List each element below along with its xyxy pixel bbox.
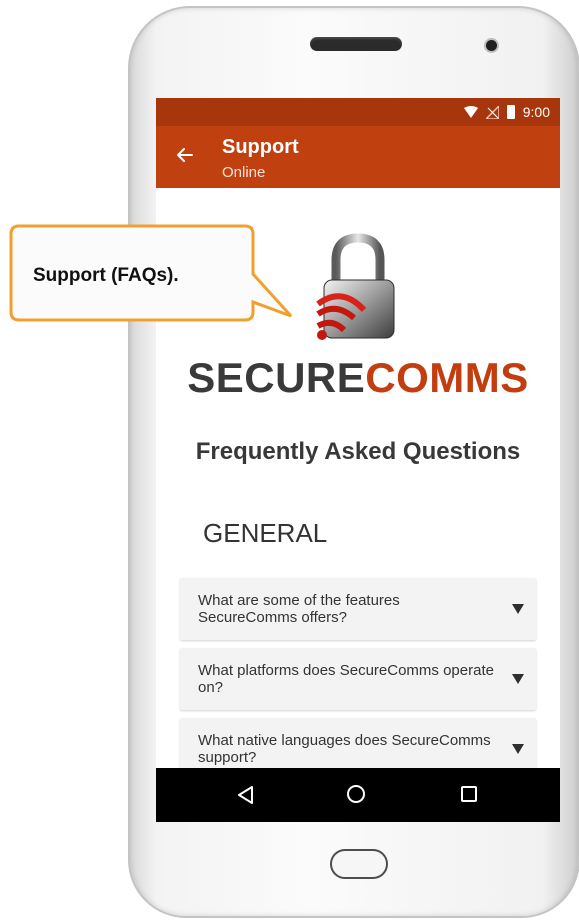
hardware-home-button[interactable] — [330, 849, 388, 879]
faq-item[interactable]: What platforms does SecureComms operate … — [180, 648, 536, 710]
wifi-icon — [463, 106, 478, 118]
callout-bubble: Support (FAQs). — [9, 224, 293, 331]
phone-screen: 9:00 Support Online SECURECOMMS Frequent… — [156, 98, 560, 822]
chevron-down-icon[interactable] — [512, 604, 524, 614]
arrow-left-icon[interactable] — [174, 144, 196, 166]
faq-question: What platforms does SecureComms operate … — [198, 662, 494, 696]
battery-icon — [506, 105, 515, 119]
signal-icon — [485, 105, 499, 119]
status-bar: 9:00 — [156, 98, 560, 126]
faq-question: What are some of the features SecureComm… — [198, 592, 400, 626]
chevron-down-icon[interactable] — [512, 674, 524, 684]
phone-speaker — [310, 37, 402, 51]
faq-item[interactable]: What are some of the features SecureComm… — [180, 578, 536, 640]
faq-heading: Frequently Asked Questions — [195, 438, 521, 465]
callout-text: Support (FAQs). — [33, 265, 179, 286]
faq-list: What are some of the features SecureComm… — [180, 578, 536, 788]
faq-question: What native languages does SecureComms s… — [198, 732, 491, 766]
app-title: Support — [222, 136, 299, 158]
square-recents-icon[interactable] — [461, 786, 477, 802]
status-time: 9:00 — [522, 104, 550, 120]
camera-icon — [484, 38, 499, 53]
app-bar: Support Online — [156, 126, 560, 188]
navigation-bar — [156, 768, 560, 822]
brand-wordmark: SECURECOMMS — [156, 354, 560, 402]
triangle-back-icon[interactable] — [236, 785, 256, 805]
padlock-signal-icon — [316, 233, 395, 340]
circle-home-icon[interactable] — [347, 785, 365, 803]
brand-comms: COMMS — [365, 354, 529, 401]
app-subtitle: Online — [222, 164, 266, 181]
section-title-general: GENERAL — [203, 518, 328, 548]
brand-secure: SECURE — [187, 354, 366, 401]
chevron-down-icon[interactable] — [512, 744, 524, 754]
